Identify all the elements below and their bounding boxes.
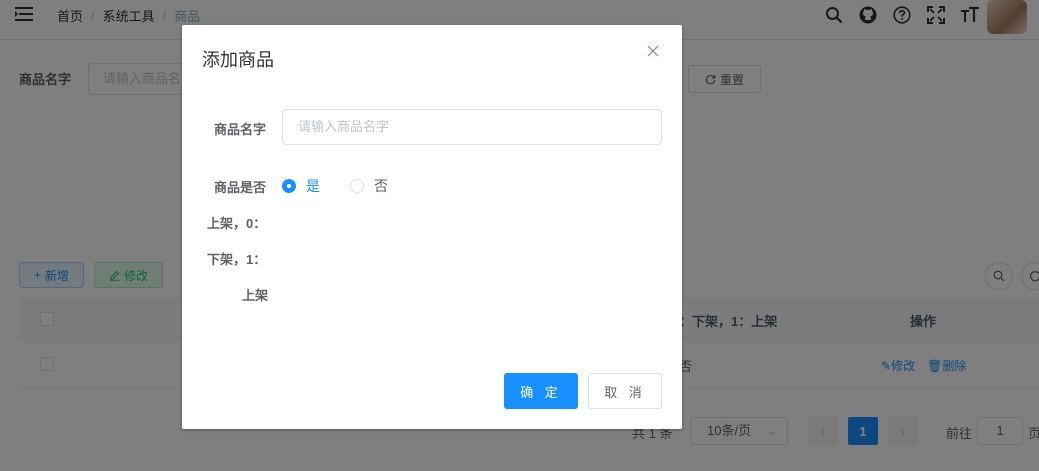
cancel-button[interactable]: 取 消: [588, 373, 662, 409]
close-icon[interactable]: [647, 45, 661, 59]
radio-yes-dot: [282, 179, 296, 193]
radio-no-dot: [350, 179, 364, 193]
add-product-dialog: 添加商品 商品名字 请输入商品名字 商品是否 上架，0： 下架，1： 上架 是 …: [182, 25, 682, 429]
radio-no-label: 否: [374, 178, 388, 194]
dialog-title: 添加商品: [202, 50, 274, 70]
product-name-input[interactable]: 请输入商品名字: [282, 109, 662, 145]
radio-no[interactable]: 否: [350, 176, 388, 196]
radio-yes-label: 是: [306, 178, 320, 194]
status-field-label-line3: 下架，1：: [207, 252, 267, 267]
confirm-button[interactable]: 确 定: [504, 373, 578, 409]
name-field-label: 商品名字: [214, 122, 267, 137]
status-field-label: 商品是否: [214, 180, 267, 195]
status-field-label-line4: 上架: [242, 288, 269, 303]
status-field-label-line2: 上架，0：: [207, 216, 267, 231]
radio-yes[interactable]: 是: [282, 176, 320, 196]
